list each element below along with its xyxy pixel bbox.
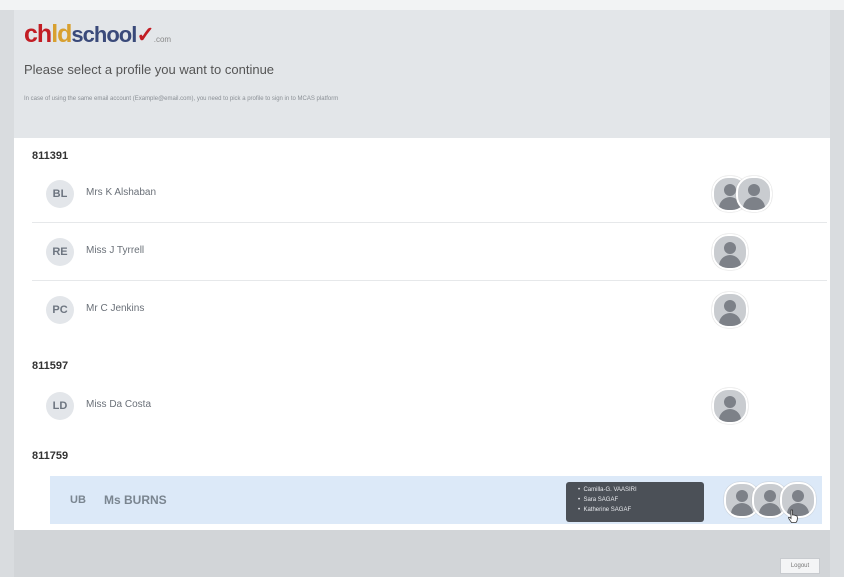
profile-name: Ms BURNS <box>104 493 167 507</box>
instruction-note: In case of using the same email account … <box>24 96 339 102</box>
profile-name: Miss Da Costa <box>86 399 152 410</box>
profile-initials: RE <box>46 238 74 266</box>
child-avatar-icon <box>736 176 772 212</box>
page-footer: Logout <box>14 530 830 577</box>
hand-cursor-icon <box>787 509 798 523</box>
profile-name: Miss J Tyrrell <box>86 245 145 256</box>
logout-button[interactable]: Logout <box>780 558 820 574</box>
top-strip <box>0 0 844 10</box>
child-avatar-icon <box>712 292 748 328</box>
tooltip-item: • Katherine SAGAF <box>578 507 632 513</box>
group-label-811391: 811391 <box>32 150 69 162</box>
children-tooltip: • Camilla-G. VAASIRI • Sara SAGAF • Kath… <box>566 482 704 522</box>
profile-list-panel: 811391 BL Mrs K Alshaban RE Miss J Tyrre… <box>14 138 830 530</box>
group-label-811597: 811597 <box>32 360 69 372</box>
tooltip-item: • Sara SAGAF <box>578 497 619 503</box>
page-title: Please select a profile you want to cont… <box>24 62 275 77</box>
profile-row[interactable]: LD Miss Da Costa <box>32 378 827 434</box>
profile-row[interactable]: PC Mr C Jenkins <box>32 282 827 338</box>
profile-initials: BL <box>46 180 74 208</box>
profile-name: Mr C Jenkins <box>86 303 145 314</box>
child-avatar-icon <box>712 388 748 424</box>
profile-initials: PC <box>46 296 74 324</box>
profile-row-selected[interactable]: UB Ms BURNS <box>50 476 822 524</box>
profile-initials: LD <box>46 392 74 420</box>
profile-name: Mrs K Alshaban <box>86 187 157 198</box>
profile-row[interactable]: BL Mrs K Alshaban <box>32 166 827 223</box>
childschool-logo: chldschool✓.com <box>24 20 172 48</box>
page-header: chldschool✓.com Please select a profile … <box>14 10 830 138</box>
tooltip-item: • Camilla-G. VAASIRI <box>578 487 637 493</box>
profile-row[interactable]: RE Miss J Tyrrell <box>32 224 827 281</box>
group-label-811759: 811759 <box>32 450 69 462</box>
profile-initials: UB <box>70 494 86 506</box>
child-avatar-icon <box>712 234 748 270</box>
